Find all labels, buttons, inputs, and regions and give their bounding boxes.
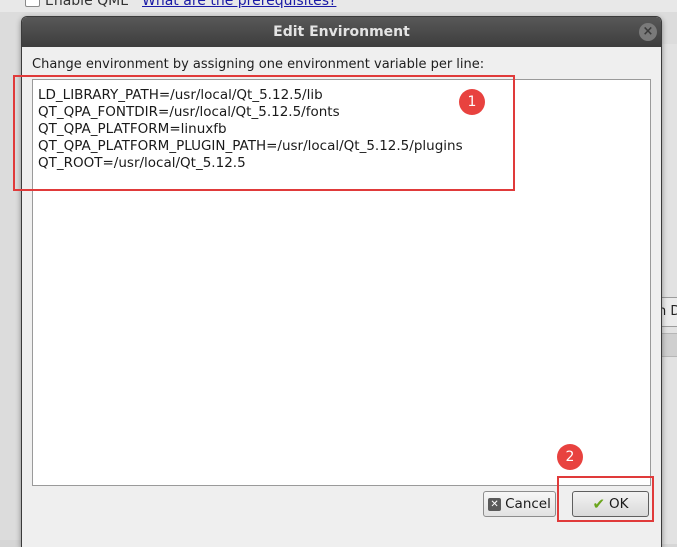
enable-qml-checkbox[interactable] [25,0,40,7]
dialog-titlebar: Edit Environment × [22,17,661,47]
annotation-badge-1: 1 [459,89,485,115]
background-right-pane [662,44,677,544]
enable-qml-label: Enable QML [45,0,129,9]
cancel-button-label: Cancel [505,496,551,512]
background-top-row: Enable QML What are the prerequisites? [0,0,677,12]
annotation-box-1 [13,75,515,191]
annotation-badge-2: 2 [557,444,583,470]
annotation-box-2 [557,476,654,522]
close-icon[interactable]: × [639,23,657,41]
cancel-x-icon: ✕ [488,497,502,511]
dialog-title: Edit Environment [273,24,410,40]
instruction-label: Change environment by assigning one envi… [32,57,485,72]
prerequisites-link[interactable]: What are the prerequisites? [142,0,336,9]
background-right-bar [660,333,677,357]
cancel-button[interactable]: ✕ Cancel [483,491,556,517]
